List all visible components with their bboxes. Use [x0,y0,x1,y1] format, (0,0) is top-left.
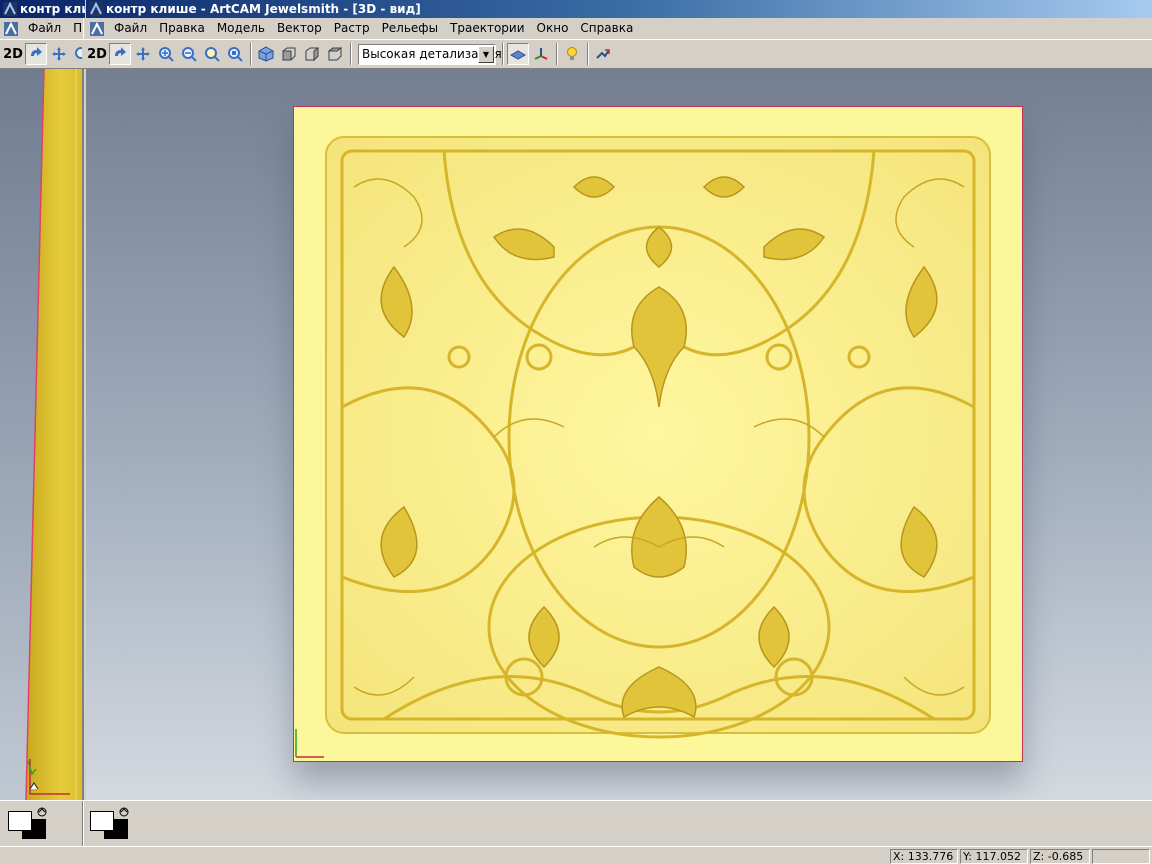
status-empty-field [1092,849,1150,864]
status-y-coordinate: Y: 117.052 [960,849,1028,864]
toolbar: 2D 2D Высокая детализация ▼ [0,39,1152,69]
foreground-color[interactable] [8,811,32,831]
2d-view-button[interactable]: 2D [86,43,108,65]
window-title-left: контр клиш [20,2,85,16]
document-icon[interactable] [90,21,104,36]
2d-view-button-left[interactable]: 2D [2,43,24,65]
toolbar-main-view: 2D Высокая детализация ▼ [86,40,615,68]
side-view-icon [305,47,319,62]
ornament-relief [295,136,991,758]
detail-level-select[interactable]: Высокая детализация ▼ [358,43,502,65]
title-segment-left: контр клиш [0,0,86,18]
menu-item-bitmap[interactable]: Растр [328,18,376,39]
top-view-button[interactable] [324,43,346,65]
pan-icon [136,47,150,61]
top-view-icon [327,47,343,61]
toolpath-icon [596,49,610,59]
window-title: контр клише - ArtCAM Jewelsmith - [3D - … [106,2,421,16]
status-x-coordinate: X: 133.776 [890,849,958,864]
zoom-in-button-left[interactable] [71,43,82,65]
menu-item-edit[interactable]: Правка [153,18,211,39]
left-3d-viewport[interactable] [0,69,84,800]
status-bar: X: 133.776 Y: 117.052 Z: -0.685 [0,846,1152,864]
lighting-button[interactable] [561,43,583,65]
toolbar-left-view: 2D [2,40,82,68]
menu-item-file[interactable]: Файл [108,18,153,39]
color-swatch-main[interactable] [88,807,132,841]
menu-bar: Файл Пра Файл Правка Модель Вектор Растр… [0,18,1152,39]
menu-item-model[interactable]: Модель [211,18,271,39]
panel-divider [82,801,84,847]
rotate-icon [115,47,126,56]
color-swatch-left[interactable] [6,807,50,841]
menu-bar-left: Файл Пра [0,18,84,39]
rotate-button[interactable] [109,43,131,65]
menu-item-window[interactable]: Окно [531,18,575,39]
iso-view-button[interactable] [255,43,277,65]
main-3d-viewport[interactable] [86,69,1152,800]
bottom-panel [0,800,1152,847]
pan-button-left[interactable] [48,43,70,65]
menu-item-file-left[interactable]: Файл [22,18,67,39]
render-plane-icon [510,50,526,60]
title-segment-main: контр клише - ArtCAM Jewelsmith - [3D - … [86,0,421,18]
pan-icon [52,47,66,61]
zoom-box-button[interactable] [224,43,246,65]
menu-item-reliefs[interactable]: Рельефы [376,18,444,39]
zoom-out-button[interactable] [178,43,200,65]
status-z-coordinate: Z: -0.685 [1030,849,1090,864]
rotate-icon [31,47,42,56]
zoom-fit-button[interactable] [201,43,223,65]
rotate-button-left[interactable] [25,43,47,65]
menu-item-vector[interactable]: Вектор [271,18,328,39]
toolbar-separator [556,43,558,65]
artcam-app-icon [3,2,17,16]
toolbar-separator [502,43,504,65]
axes-button[interactable] [530,43,552,65]
iso-view-icon [258,46,274,62]
toolbar-separator [250,43,252,65]
zoom-in-icon [75,47,82,59]
toolpath-button[interactable] [592,43,614,65]
zoom-out-icon [182,47,197,62]
artcam-app-icon [89,2,103,16]
toolbar-separator [350,43,352,65]
foreground-color[interactable] [90,811,114,831]
menu-item-toolpaths[interactable]: Траектории [444,18,530,39]
dropdown-arrow-icon[interactable]: ▼ [478,45,494,63]
zoom-fit-icon [205,47,220,62]
front-view-button[interactable] [278,43,300,65]
axes-icon [534,48,548,60]
swap-colors-icon[interactable] [36,807,48,817]
relief-model[interactable] [293,106,1023,762]
title-bar: контр клиш контр клише - ArtCAM Jewelsmi… [0,0,1152,18]
document-icon[interactable] [4,21,18,36]
menu-item-help[interactable]: Справка [574,18,639,39]
pan-button[interactable] [132,43,154,65]
zoom-in-icon [159,47,174,62]
light-bulb-icon [567,47,577,60]
zoom-in-button[interactable] [155,43,177,65]
menu-item-edit-left[interactable]: Пра [67,18,83,39]
relief-side-view [25,69,82,800]
render-plane-button[interactable] [507,43,529,65]
toolbar-separator [587,43,589,65]
side-view-button[interactable] [301,43,323,65]
front-view-icon [282,47,296,61]
zoom-box-icon [228,47,243,62]
menu-bar-main: Файл Правка Модель Вектор Растр Рельефы … [86,18,639,39]
swap-colors-icon[interactable] [118,807,130,817]
